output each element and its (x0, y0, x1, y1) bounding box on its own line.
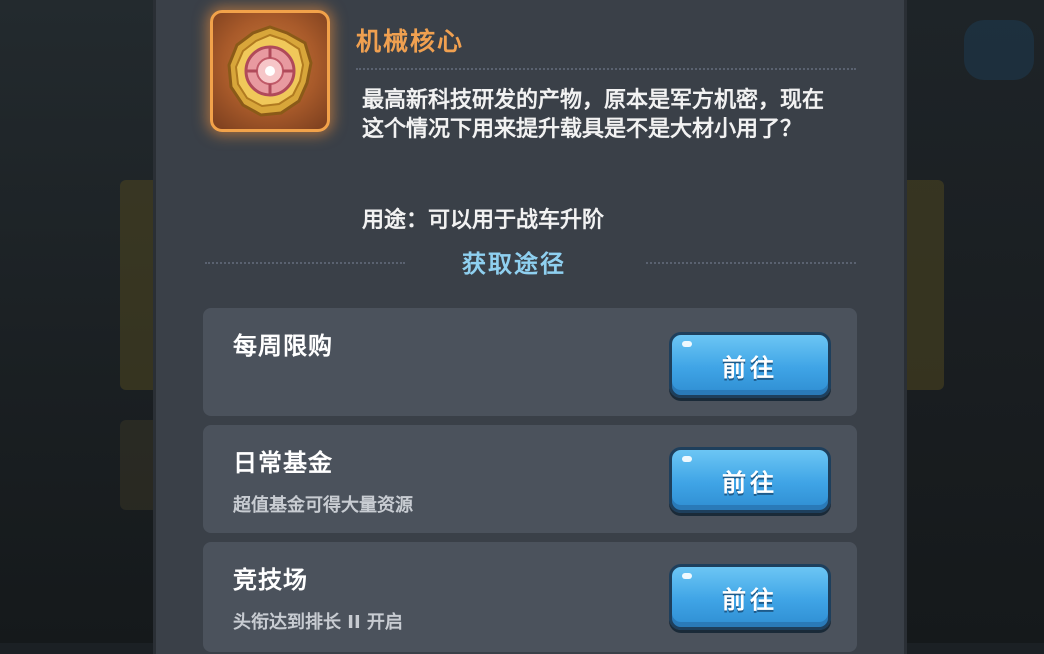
source-label: 每周限购 (233, 332, 333, 360)
background-left (0, 0, 160, 643)
background-decoration (964, 20, 1034, 80)
divider (205, 262, 405, 264)
go-button-label: 前往 (722, 585, 778, 614)
go-button-label: 前往 (722, 353, 778, 382)
sources-title: 获取途径 (462, 250, 566, 278)
source-label: 日常基金 (233, 449, 333, 477)
button-shine (682, 573, 692, 579)
divider (646, 262, 856, 264)
gear-core-icon (227, 25, 313, 117)
source-row-weekly-shop: 每周限购 前往 (203, 308, 857, 416)
button-shine (682, 341, 692, 347)
source-subtitle: 超值基金可得大量资源 (233, 495, 413, 516)
go-button-daily-fund[interactable]: 前往 (669, 447, 831, 513)
go-button-arena[interactable]: 前往 (669, 564, 831, 630)
item-usage: 用途：可以用于战车升阶 (362, 208, 605, 233)
go-button-weekly-shop[interactable]: 前往 (669, 332, 831, 398)
source-subtitle: 头衔达到排长 II 开启 (233, 612, 403, 633)
divider (356, 68, 856, 70)
source-label: 竞技场 (233, 566, 308, 594)
source-row-arena: 竞技场 头衔达到排长 II 开启 前往 (203, 542, 857, 652)
source-row-daily-fund: 日常基金 超值基金可得大量资源 前往 (203, 425, 857, 533)
item-name: 机械核心 (356, 27, 465, 56)
item-description: 最高新科技研发的产物，原本是军方机密，现在这个情况下用来提升载具是不是大材小用了… (362, 88, 825, 142)
go-button-label: 前往 (722, 468, 778, 497)
background-panel (904, 180, 944, 390)
mechanical-core-icon (210, 10, 330, 132)
background-right (904, 0, 1044, 643)
button-shine (682, 456, 692, 462)
